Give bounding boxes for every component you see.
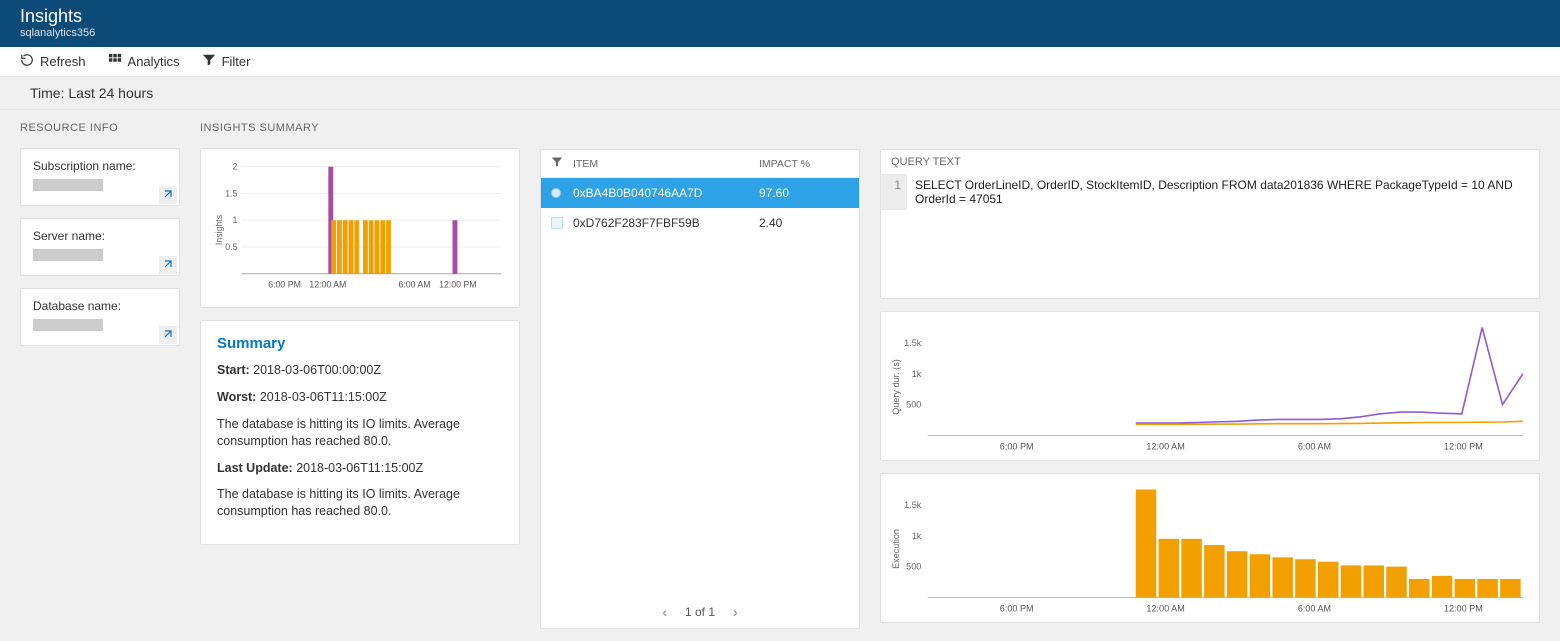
svg-text:1k: 1k: [912, 531, 922, 541]
svg-text:1.5: 1.5: [225, 188, 237, 198]
refresh-button[interactable]: Refresh: [20, 53, 86, 70]
open-icon: [162, 188, 174, 203]
query-gutter: 1: [881, 174, 907, 210]
row-icon: [551, 188, 573, 198]
filter-button[interactable]: Filter: [202, 53, 251, 70]
svg-text:1.5k: 1.5k: [904, 500, 922, 510]
database-value-redacted: [33, 319, 103, 331]
funnel-icon: [202, 53, 216, 70]
svg-text:12:00 PM: 12:00 PM: [1444, 604, 1483, 614]
toolbar: Refresh Analytics Filter: [0, 47, 1560, 77]
query-text-card: QUERY TEXT 1 SELECT OrderLineID, OrderID…: [880, 149, 1540, 299]
svg-text:12:00 PM: 12:00 PM: [1444, 442, 1483, 452]
summary-card: Summary Start: 2018-03-06T00:00:00Z Wors…: [200, 320, 520, 545]
svg-text:12:00 AM: 12:00 AM: [309, 279, 346, 289]
svg-text:1k: 1k: [912, 369, 922, 379]
items-column: ITEM IMPACT % 0xBA4B0B040746AA7D97.600xD…: [540, 122, 860, 629]
grid-icon: [108, 53, 122, 70]
execution-chart-svg: 500 1k 1.5k 6:00 PM 12:00 AM 6:00 AM 12:00 PM E…: [887, 478, 1533, 620]
query-body: 1 SELECT OrderLineID, OrderID, StockItem…: [881, 174, 1539, 210]
time-range: Time: Last 24 hours: [0, 77, 1560, 110]
resource-column: RESOURCE INFO Subscription name: Server …: [20, 122, 180, 346]
summary-column: INSIGHTS SUMMARY 0.5 1 1.5 2 6:00 PM 12:00 AM…: [200, 122, 520, 545]
execution-chart: 500 1k 1.5k 6:00 PM 12:00 AM 6:00 AM 12:00 PM E…: [880, 473, 1540, 623]
summary-last: Last Update: 2018-03-06T11:15:00Z: [217, 460, 503, 477]
pager-prev[interactable]: ‹: [662, 604, 667, 620]
page-title: Insights: [20, 6, 1540, 27]
server-value-redacted: [33, 249, 103, 261]
svg-text:6:00 AM: 6:00 AM: [398, 279, 430, 289]
refresh-icon: [20, 53, 34, 70]
svg-text:6:00 PM: 6:00 PM: [1000, 442, 1034, 452]
insights-chart: 0.5 1 1.5 2 6:00 PM 12:00 AM 6:00 AM 12:00 PM In…: [200, 148, 520, 308]
svg-text:6:00 AM: 6:00 AM: [1298, 604, 1331, 614]
query-code[interactable]: SELECT OrderLineID, OrderID, StockItemID…: [907, 174, 1539, 210]
pager-label: 1 of 1: [685, 605, 715, 619]
database-card: Database name:: [20, 288, 180, 346]
row-icon: [551, 217, 573, 229]
subscription-card: Subscription name:: [20, 148, 180, 206]
row-impact: 2.40: [759, 216, 849, 230]
table-row[interactable]: 0xBA4B0B040746AA7D97.60: [541, 178, 859, 208]
svg-text:6:00 PM: 6:00 PM: [1000, 604, 1034, 614]
svg-text:6:00 AM: 6:00 AM: [1298, 442, 1331, 452]
query-section-title: QUERY TEXT: [881, 150, 1539, 174]
summary-desc2: The database is hitting its IO limits. A…: [217, 486, 503, 520]
pager: ‹ 1 of 1 ›: [541, 596, 859, 628]
database-label: Database name:: [33, 299, 167, 313]
svg-text:500: 500: [906, 562, 921, 572]
app-header: Insights sqlanalytics356: [0, 0, 1560, 47]
filter-column-icon[interactable]: [551, 156, 573, 171]
query-column: QUERY TEXT 1 SELECT OrderLineID, OrderID…: [880, 122, 1540, 623]
item-col-header[interactable]: ITEM: [573, 158, 759, 170]
impact-col-header[interactable]: IMPACT %: [759, 158, 849, 170]
svg-text:Insights: Insights: [214, 214, 224, 245]
analytics-label: Analytics: [128, 54, 180, 69]
content: RESOURCE INFO Subscription name: Server …: [0, 110, 1560, 641]
insights-chart-svg: 0.5 1 1.5 2 6:00 PM 12:00 AM 6:00 AM 12:00 PM In…: [209, 157, 511, 303]
open-icon: [162, 258, 174, 273]
subscription-value-redacted: [33, 179, 103, 191]
summary-section-title: INSIGHTS SUMMARY: [200, 122, 520, 134]
items-table: ITEM IMPACT % 0xBA4B0B040746AA7D97.600xD…: [540, 149, 860, 629]
svg-text:6:00 PM: 6:00 PM: [268, 279, 301, 289]
svg-text:2: 2: [232, 162, 237, 172]
row-id: 0xBA4B0B040746AA7D: [573, 186, 759, 200]
analytics-button[interactable]: Analytics: [108, 53, 180, 70]
server-label: Server name:: [33, 229, 167, 243]
open-database-button[interactable]: [159, 326, 177, 344]
query-duration-chart: 500 1k 1.5k 6:00 PM 12:00 AM 6:00 AM 12:00 PM Q…: [880, 311, 1540, 461]
svg-text:12:00 AM: 12:00 AM: [1146, 604, 1184, 614]
refresh-label: Refresh: [40, 54, 86, 69]
svg-text:1.5k: 1.5k: [904, 338, 922, 348]
summary-worst: Worst: 2018-03-06T11:15:00Z: [217, 389, 503, 406]
svg-text:0.5: 0.5: [225, 242, 237, 252]
svg-text:500: 500: [906, 400, 921, 410]
filter-label: Filter: [222, 54, 251, 69]
server-card: Server name:: [20, 218, 180, 276]
open-subscription-button[interactable]: [159, 186, 177, 204]
open-server-button[interactable]: [159, 256, 177, 274]
svg-text:12:00 PM: 12:00 PM: [439, 279, 476, 289]
svg-text:Execution: Execution: [891, 529, 901, 569]
query-duration-chart-svg: 500 1k 1.5k 6:00 PM 12:00 AM 6:00 AM 12:00 PM Q…: [887, 316, 1533, 458]
summary-start: Start: 2018-03-06T00:00:00Z: [217, 362, 503, 379]
items-header: ITEM IMPACT %: [541, 150, 859, 178]
row-impact: 97.60: [759, 186, 849, 200]
svg-text:Query dur. (s): Query dur. (s): [891, 359, 901, 415]
summary-heading: Summary: [217, 335, 503, 352]
open-icon: [162, 328, 174, 343]
resource-section-title: RESOURCE INFO: [20, 122, 180, 134]
row-id: 0xD762F283F7FBF59B: [573, 216, 759, 230]
svg-text:12:00 AM: 12:00 AM: [1146, 442, 1184, 452]
page-subtitle: sqlanalytics356: [20, 27, 1540, 39]
pager-next[interactable]: ›: [733, 604, 738, 620]
table-row[interactable]: 0xD762F283F7FBF59B2.40: [541, 208, 859, 238]
summary-desc1: The database is hitting its IO limits. A…: [217, 416, 503, 450]
subscription-label: Subscription name:: [33, 159, 167, 173]
svg-text:1: 1: [232, 215, 237, 225]
